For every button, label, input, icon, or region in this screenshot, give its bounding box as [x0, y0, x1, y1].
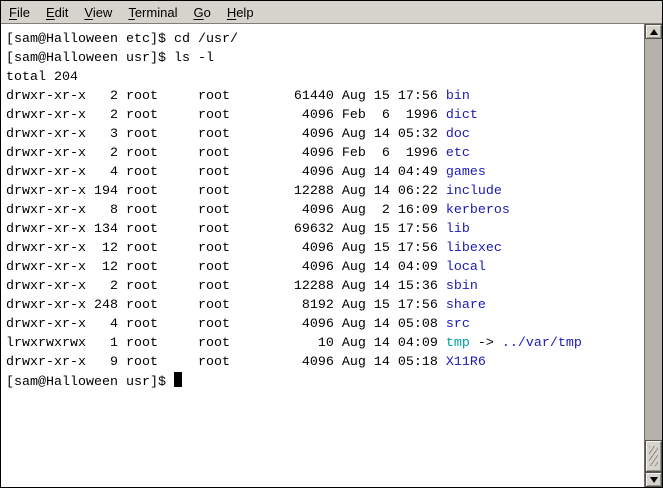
menu-view[interactable]: View [76, 2, 120, 23]
menu-file-label: ile [17, 5, 30, 20]
directory-name: kerberos [446, 203, 510, 218]
menu-edit-accel: E [46, 5, 55, 20]
terminal-line: drwxr-xr-x 194 root root 12288 Aug 14 06… [6, 182, 644, 201]
menu-terminal[interactable]: Terminal [120, 2, 185, 23]
terminal-output[interactable]: [sam@Halloween etc]$ cd /usr/ [sam@Hallow… [1, 24, 644, 487]
terminal-text: drwxr-xr-x 134 root root 69632 Aug 15 17… [6, 222, 446, 237]
menu-edit[interactable]: Edit [38, 2, 76, 23]
terminal-line: lrwxrwxrwx 1 root root 10 Aug 14 04:09 t… [6, 334, 644, 353]
menu-help[interactable]: Help [219, 2, 262, 23]
directory-name: games [446, 165, 486, 180]
terminal-line: drwxr-xr-x 2 root root 4096 Feb 6 1996 d… [6, 106, 644, 125]
scrollbar-grip-icon [649, 446, 658, 466]
menu-go[interactable]: Go [185, 2, 218, 23]
terminal-text: [sam@Halloween usr]$ ls -l [6, 51, 214, 66]
directory-name: doc [446, 127, 470, 142]
terminal-line: drwxr-xr-x 4 root root 4096 Aug 14 05:08… [6, 315, 644, 334]
terminal-cursor [174, 372, 182, 387]
terminal-text: drwxr-xr-x 8 root root 4096 Aug 2 16:09 [6, 203, 446, 218]
terminal-text: lrwxrwxrwx 1 root root 10 Aug 14 04:09 [6, 336, 446, 351]
scrollbar-trough[interactable] [645, 39, 662, 472]
scroll-up-icon [650, 29, 658, 35]
terminal-line: drwxr-xr-x 2 root root 61440 Aug 15 17:5… [6, 87, 644, 106]
terminal-line: drwxr-xr-x 8 root root 4096 Aug 2 16:09 … [6, 201, 644, 220]
menu-bar: File Edit View Terminal Go Help [1, 1, 662, 24]
menu-file[interactable]: File [1, 2, 38, 23]
terminal-line: drwxr-xr-x 9 root root 4096 Aug 14 05:18… [6, 353, 644, 372]
terminal-text: drwxr-xr-x 3 root root 4096 Aug 14 05:32 [6, 127, 446, 142]
terminal-line: drwxr-xr-x 4 root root 4096 Aug 14 04:49… [6, 163, 644, 182]
directory-name: sbin [446, 279, 478, 294]
directory-name: lib [446, 222, 470, 237]
menu-help-accel: H [227, 5, 236, 20]
menu-go-label: o [204, 5, 211, 20]
menu-edit-label: dit [55, 5, 69, 20]
terminal-text: drwxr-xr-x 248 root root 8192 Aug 15 17:… [6, 298, 446, 313]
terminal-line: [sam@Halloween usr]$ ls -l [6, 49, 644, 68]
scrollbar [644, 24, 662, 487]
directory-name: libexec [446, 241, 502, 256]
terminal-text: drwxr-xr-x 194 root root 12288 Aug 14 06… [6, 184, 446, 199]
scrollbar-thumb[interactable] [645, 440, 662, 472]
symlink-name: tmp [446, 336, 470, 351]
terminal-text: drwxr-xr-x 9 root root 4096 Aug 14 05:18 [6, 355, 446, 370]
terminal-line: drwxr-xr-x 12 root root 4096 Aug 14 04:0… [6, 258, 644, 277]
terminal-text: drwxr-xr-x 4 root root 4096 Aug 14 05:08 [6, 317, 446, 332]
directory-name: include [446, 184, 502, 199]
terminal-text: [sam@Halloween etc]$ cd /usr/ [6, 32, 238, 47]
menu-terminal-label: erminal [135, 5, 178, 20]
terminal-text: drwxr-xr-x 2 root root 4096 Feb 6 1996 [6, 146, 446, 161]
scroll-up-button[interactable] [645, 24, 662, 39]
directory-name: dict [446, 108, 478, 123]
directory-name: share [446, 298, 486, 313]
terminal-text: drwxr-xr-x 12 root root 4096 Aug 14 04:0… [6, 260, 446, 275]
terminal-line: drwxr-xr-x 248 root root 8192 Aug 15 17:… [6, 296, 644, 315]
terminal-window: File Edit View Terminal Go Help [sam@Hal… [0, 0, 663, 488]
terminal-text: [sam@Halloween usr]$ [6, 375, 174, 390]
menu-view-accel: V [84, 5, 92, 20]
terminal-text: drwxr-xr-x 2 root root 61440 Aug 15 17:5… [6, 89, 446, 104]
terminal-line: [sam@Halloween etc]$ cd /usr/ [6, 30, 644, 49]
menu-help-label: elp [236, 5, 253, 20]
directory-name: etc [446, 146, 470, 161]
terminal-text: total 204 [6, 70, 78, 85]
terminal-line: drwxr-xr-x 3 root root 4096 Aug 14 05:32… [6, 125, 644, 144]
terminal-text: drwxr-xr-x 4 root root 4096 Aug 14 04:49 [6, 165, 446, 180]
directory-name: src [446, 317, 470, 332]
directory-name: bin [446, 89, 470, 104]
terminal-line: drwxr-xr-x 2 root root 12288 Aug 14 15:3… [6, 277, 644, 296]
terminal-line: drwxr-xr-x 12 root root 4096 Aug 15 17:5… [6, 239, 644, 258]
terminal-line: drwxr-xr-x 2 root root 4096 Feb 6 1996 e… [6, 144, 644, 163]
scroll-down-icon [650, 477, 658, 483]
directory-name: ../var/tmp [502, 336, 582, 351]
directory-name: X11R6 [446, 355, 486, 370]
terminal-text: -> [470, 336, 502, 351]
terminal-main: [sam@Halloween etc]$ cd /usr/ [sam@Hallow… [1, 24, 662, 487]
terminal-line: total 204 [6, 68, 644, 87]
terminal-line: drwxr-xr-x 134 root root 69632 Aug 15 17… [6, 220, 644, 239]
terminal-text: drwxr-xr-x 2 root root 12288 Aug 14 15:3… [6, 279, 446, 294]
menu-view-label: iew [93, 5, 113, 20]
terminal-text: drwxr-xr-x 12 root root 4096 Aug 15 17:5… [6, 241, 446, 256]
scroll-down-button[interactable] [645, 472, 662, 487]
menu-file-accel: F [9, 5, 17, 20]
directory-name: local [446, 260, 486, 275]
menu-go-accel: G [193, 5, 203, 20]
terminal-text: drwxr-xr-x 2 root root 4096 Feb 6 1996 [6, 108, 446, 123]
terminal-line: [sam@Halloween usr]$ [6, 372, 644, 391]
